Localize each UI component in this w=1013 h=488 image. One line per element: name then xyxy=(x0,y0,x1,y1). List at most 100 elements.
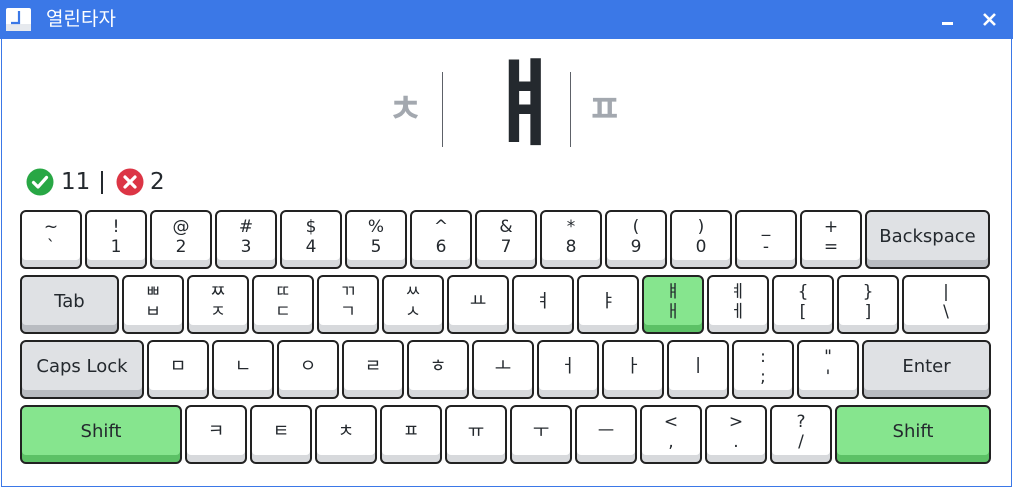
key-shift-label: : xyxy=(760,347,766,367)
key-label: ㅍ xyxy=(402,421,420,442)
key-r2-10[interactable]: ㅒㅐ xyxy=(642,275,704,334)
key-shift-label: ~ xyxy=(43,217,59,237)
key-base-label: ㄷ xyxy=(275,302,291,322)
key-r1-11[interactable]: ) 0 xyxy=(670,210,732,269)
minimize-button[interactable] xyxy=(937,10,959,30)
key-r2-6[interactable]: ㅆㅅ xyxy=(382,275,444,334)
key-r3-6[interactable]: ㅎ xyxy=(407,340,469,399)
key-shift-label: _ xyxy=(761,217,771,237)
app-icon xyxy=(6,8,31,31)
next-character: ㅍ xyxy=(587,87,622,131)
key-shift[interactable]: Shift xyxy=(835,405,991,464)
key-r4-2[interactable]: ㅋ xyxy=(185,405,247,464)
key-base-label: ㅔ xyxy=(730,302,746,322)
close-button[interactable] xyxy=(979,10,1001,30)
stats-divider xyxy=(101,171,103,194)
divider-right xyxy=(570,72,571,147)
key-r1-3[interactable]: @2 xyxy=(150,210,212,269)
key-r2-2[interactable]: ㅃㅂ xyxy=(122,275,184,334)
wrong-count: 2 xyxy=(150,169,165,195)
key-label: ㅣ xyxy=(689,356,707,377)
key-label: ㅑ xyxy=(599,291,617,312)
key-r4-9[interactable]: <, xyxy=(640,405,702,464)
key-label: ㅎ xyxy=(429,356,447,377)
key-label: Shift xyxy=(892,421,934,442)
key-r3-12[interactable]: " ' xyxy=(797,340,859,399)
key-r2-8[interactable]: ㅕ xyxy=(512,275,574,334)
key-backspace[interactable]: Backspace xyxy=(865,210,990,269)
key-base-label: / xyxy=(798,432,804,452)
key-r3-7[interactable]: ㅗ xyxy=(472,340,534,399)
key-r3-5[interactable]: ㄹ xyxy=(342,340,404,399)
key-label: ㅠ xyxy=(467,421,485,442)
key-r1-1[interactable]: ~ ` xyxy=(20,210,82,269)
key-base-label: 8 xyxy=(565,237,577,257)
key-base-label: 4 xyxy=(305,237,317,257)
key-r4-6[interactable]: ㅠ xyxy=(445,405,507,464)
key-shift-label: ㅃ xyxy=(145,282,161,302)
key-r1-9[interactable]: * 8 xyxy=(540,210,602,269)
key-r4-11[interactable]: ? / xyxy=(770,405,832,464)
key-shift-label: " xyxy=(824,347,832,367)
key-r2-11[interactable]: ㅖㅔ xyxy=(707,275,769,334)
key-r3-11[interactable]: :; xyxy=(732,340,794,399)
key-base-label: \ xyxy=(943,302,949,322)
key-r2-13[interactable]: }] xyxy=(837,275,899,334)
key-r3-3[interactable]: ㄴ xyxy=(212,340,274,399)
key-r1-5[interactable]: $4 xyxy=(280,210,342,269)
key-r1-12[interactable]: _ - xyxy=(735,210,797,269)
key-r3-2[interactable]: ㅁ xyxy=(147,340,209,399)
key-r4-3[interactable]: ㅌ xyxy=(250,405,312,464)
key-label: ㅏ xyxy=(624,356,642,377)
key-label: ㅊ xyxy=(337,421,355,442)
key-tab[interactable]: Tab xyxy=(20,275,119,334)
minimize-icon xyxy=(942,22,953,25)
correct-count: 11 xyxy=(61,169,91,195)
key-r2-12[interactable]: {[ xyxy=(772,275,834,334)
key-base-label: 1 xyxy=(110,237,122,257)
key-shift-label: * xyxy=(566,217,576,237)
key-label: ㅕ xyxy=(534,291,552,312)
key-shift[interactable]: Shift xyxy=(20,405,182,464)
key-shift-label: ㅉ xyxy=(210,282,226,302)
key-r2-5[interactable]: ㄲㄱ xyxy=(317,275,379,334)
key-shift-label: ㅆ xyxy=(405,282,421,302)
key-r3-8[interactable]: ㅓ xyxy=(537,340,599,399)
key-r2-9[interactable]: ㅑ xyxy=(577,275,639,334)
key-r1-10[interactable]: (9 xyxy=(605,210,667,269)
key-base-label: . xyxy=(733,432,739,452)
key-r1-2[interactable]: ! 1 xyxy=(85,210,147,269)
key-r4-7[interactable]: ㅜ xyxy=(510,405,572,464)
key-shift-label: < xyxy=(663,412,679,432)
key-r4-10[interactable]: >. xyxy=(705,405,767,464)
key-r4-5[interactable]: ㅍ xyxy=(380,405,442,464)
key-label: ㅌ xyxy=(272,421,290,442)
key-base-label: ; xyxy=(760,367,766,387)
key-r2-7[interactable]: ㅛ xyxy=(447,275,509,334)
key-r3-10[interactable]: ㅣ xyxy=(667,340,729,399)
key-r4-4[interactable]: ㅊ xyxy=(315,405,377,464)
key-enter[interactable]: Enter xyxy=(862,340,991,399)
key-base-label: 2 xyxy=(175,237,187,257)
key-r1-4[interactable]: #3 xyxy=(215,210,277,269)
key-base-label: = xyxy=(823,237,839,257)
key-label: ㄹ xyxy=(364,356,382,377)
key-shift-label: + xyxy=(823,217,839,237)
key-shift-label: $ xyxy=(305,217,317,237)
key-r4-8[interactable]: ㅡ xyxy=(575,405,637,464)
key-r2-3[interactable]: ㅉㅈ xyxy=(187,275,249,334)
key-caps-lock[interactable]: Caps Lock xyxy=(20,340,144,399)
key-r1-6[interactable]: % 5 xyxy=(345,210,407,269)
key-r1-8[interactable]: & 7 xyxy=(475,210,537,269)
key-label: ㅛ xyxy=(469,291,487,312)
key-r1-13[interactable]: + = xyxy=(800,210,862,269)
key-r2-14[interactable]: | \ xyxy=(902,275,990,334)
key-base-label: 6 xyxy=(435,237,447,257)
check-circle-icon xyxy=(26,168,54,196)
key-shift-label: | xyxy=(943,282,949,302)
key-r1-7[interactable]: ^ 6 xyxy=(410,210,472,269)
key-r3-9[interactable]: ㅏ xyxy=(602,340,664,399)
key-r2-4[interactable]: ㄸㄷ xyxy=(252,275,314,334)
key-r3-4[interactable]: ㅇ xyxy=(277,340,339,399)
key-label: Shift xyxy=(80,421,122,442)
